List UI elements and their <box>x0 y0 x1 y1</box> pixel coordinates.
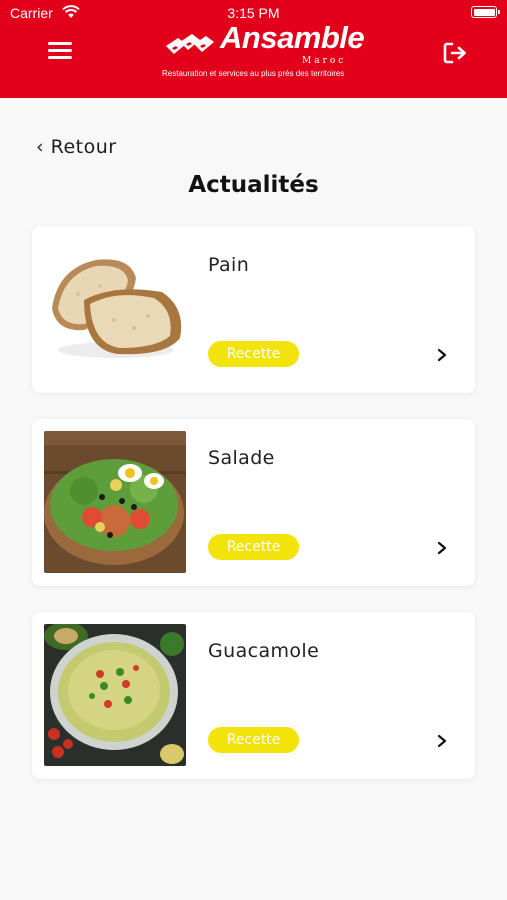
logout-icon[interactable] <box>442 40 470 66</box>
salad-image <box>44 431 186 573</box>
hamburger-menu-icon[interactable] <box>46 40 74 62</box>
back-button[interactable]: ‹ Retour <box>36 136 117 158</box>
logo-subtitle: Maroc <box>302 56 347 66</box>
bread-image <box>44 238 186 380</box>
chevron-right-icon[interactable] <box>436 541 448 555</box>
app-header: Carrier 3:15 PM Ansamble Maroc Restaurat… <box>0 0 507 98</box>
ansamble-logo: Ansamble Maroc Restauration et services … <box>160 20 370 82</box>
list-item-salade[interactable]: Salade Recette <box>32 419 475 586</box>
item-title: Salade <box>208 447 275 469</box>
list-item-guacamole[interactable]: Guacamole Recette <box>32 612 475 779</box>
logo-name: Ansamble <box>220 20 365 55</box>
list-item-pain[interactable]: Pain Recette <box>32 226 475 393</box>
chevron-right-icon[interactable] <box>436 734 448 748</box>
item-title: Pain <box>208 254 250 276</box>
guacamole-image <box>44 624 186 766</box>
recipe-badge: Recette <box>208 341 299 367</box>
logo-mark-icon <box>166 34 214 54</box>
recipe-badge: Recette <box>208 727 299 753</box>
item-title: Guacamole <box>208 640 320 662</box>
chevron-right-icon[interactable] <box>436 348 448 362</box>
battery-icon <box>471 6 500 18</box>
logo-tagline: Restauration et services au plus près de… <box>162 69 345 78</box>
recipe-badge: Recette <box>208 534 299 560</box>
clock: 3:15 PM <box>227 5 280 21</box>
page-title: Actualités <box>188 172 319 198</box>
